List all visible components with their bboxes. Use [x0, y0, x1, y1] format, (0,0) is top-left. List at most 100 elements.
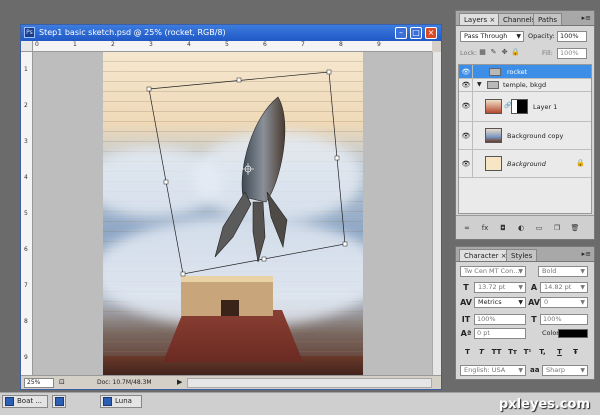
taskbar-item-window[interactable]: [52, 395, 66, 408]
tab-styles[interactable]: Styles: [506, 249, 538, 261]
photoshop-document-icon: Ps: [24, 27, 35, 38]
kerning-value: Metrics: [478, 298, 502, 306]
text-color-swatch[interactable]: [558, 329, 588, 338]
chevron-down-icon: ▼: [516, 33, 521, 40]
leading-icon: A: [530, 283, 538, 292]
layer-thumbnail: [485, 99, 502, 114]
ruler-label: 2: [24, 102, 28, 109]
zoom-preview-icon[interactable]: ⊡: [59, 378, 67, 388]
ruler-label: 9: [24, 354, 28, 361]
horizontal-scale-field[interactable]: 100%: [540, 314, 588, 325]
chevron-down-icon: ▼: [580, 284, 585, 291]
folder-icon: [489, 68, 501, 76]
layer-name: temple, bkgd: [503, 81, 547, 89]
strikethrough-button[interactable]: Ŧ: [570, 347, 581, 358]
language-select[interactable]: English: USA ▼: [460, 365, 526, 376]
lock-transparent-icon[interactable]: ▦: [478, 48, 487, 57]
watermark-logo: pxleyes.com: [498, 397, 590, 412]
panel-menu-icon[interactable]: ▸≡: [582, 14, 591, 22]
layer-row-background-copy[interactable]: 👁 Background copy: [459, 122, 591, 150]
chevron-down-icon: ▼: [518, 367, 523, 374]
taskbar-item-luna[interactable]: Luna: [100, 395, 142, 408]
all-caps-button[interactable]: TT: [491, 347, 502, 358]
document-title-bar[interactable]: Ps Step1 basic sketch.psd @ 25% (rocket,…: [21, 25, 441, 41]
panel-menu-icon[interactable]: ▸≡: [582, 250, 591, 258]
ruler-label: 2: [111, 41, 115, 48]
horizontal-scale-icon: T: [531, 315, 537, 324]
vertical-ruler[interactable]: 1 2 3 4 5 6 7 8 9: [21, 52, 33, 375]
blend-mode-select[interactable]: Pass Through ▼: [460, 31, 524, 42]
free-transform-bounding-box[interactable]: [103, 52, 363, 378]
lock-all-icon[interactable]: 🔒: [511, 48, 520, 57]
layer-thumbnail: [485, 156, 502, 171]
chevron-down-icon: ▼: [580, 299, 585, 306]
trash-icon[interactable]: 🗑: [570, 223, 580, 233]
layers-panel: Layers × Channels Paths ▸≡ Pass Through …: [455, 10, 595, 240]
faux-italic-button[interactable]: T: [476, 347, 487, 358]
lock-label: Lock:: [460, 49, 478, 57]
baseline-shift-icon: Aª: [460, 329, 472, 338]
minimize-button[interactable]: –: [395, 27, 407, 39]
vertical-scale-field[interactable]: 100%: [474, 314, 526, 325]
status-menu-arrow-icon[interactable]: ▶: [177, 378, 185, 388]
small-caps-button[interactable]: Tт: [507, 347, 518, 358]
folder-icon[interactable]: ▭: [534, 223, 544, 233]
layer-row-layer-1[interactable]: 👁 🔗 Layer 1: [459, 92, 591, 122]
link-icon[interactable]: ∞: [462, 223, 472, 233]
underline-button[interactable]: T: [554, 347, 565, 358]
faux-bold-button[interactable]: T: [462, 347, 473, 358]
superscript-button[interactable]: T¹: [522, 347, 533, 358]
status-bar: 25% ⊡ Doc: 10.7M/48.3M ▶: [21, 375, 441, 389]
maximize-button[interactable]: □: [410, 27, 422, 39]
eye-icon[interactable]: 👁: [461, 131, 471, 141]
antialias-icon: aa: [530, 366, 540, 374]
vertical-scrollbar[interactable]: [432, 52, 441, 375]
taskbar-item-boat[interactable]: Boat ...: [2, 395, 48, 408]
ruler-label: 3: [24, 138, 28, 145]
layer-list: 👁 rocket 👁 ▼ temple, bkgd 👁 🔗 Layer 1 👁: [458, 64, 592, 214]
kerning-select[interactable]: Metrics ▼: [474, 297, 526, 308]
leading-select[interactable]: 14.82 pt ▼: [540, 282, 588, 293]
font-size-select[interactable]: 13.72 pt ▼: [474, 282, 526, 293]
adjustment-icon[interactable]: ◐: [516, 223, 526, 233]
expand-triangle-icon[interactable]: ▼: [477, 81, 482, 88]
eye-icon[interactable]: 👁: [461, 159, 471, 169]
character-panel: Character × Styles ▸≡ Tw Cen MT Con... ▼…: [455, 246, 595, 380]
lock-position-icon[interactable]: ✥: [500, 48, 509, 57]
new-layer-icon[interactable]: ❐: [552, 223, 562, 233]
fill-field[interactable]: 100%: [557, 48, 587, 59]
font-family-select[interactable]: Tw Cen MT Con... ▼: [460, 266, 526, 277]
document-size-info[interactable]: Doc: 10.7M/48.3M: [97, 379, 152, 386]
zoom-field[interactable]: 25%: [24, 378, 54, 388]
eye-icon[interactable]: 👁: [461, 67, 471, 77]
close-button[interactable]: ×: [425, 27, 437, 39]
tracking-select[interactable]: 0 ▼: [540, 297, 588, 308]
tab-paths[interactable]: Paths: [533, 13, 563, 25]
ruler-label: 8: [339, 41, 343, 48]
ruler-label: 4: [24, 174, 28, 181]
layer-row-rocket[interactable]: 👁 rocket: [459, 65, 591, 79]
mask-icon[interactable]: ◘: [498, 223, 508, 233]
layer-row-temple-bkgd[interactable]: 👁 ▼ temple, bkgd: [459, 79, 591, 92]
baseline-shift-field[interactable]: 0 pt: [474, 328, 526, 339]
layer-row-background[interactable]: 👁 Background 🔒: [459, 150, 591, 178]
tab-character[interactable]: Character ×: [459, 249, 512, 261]
character-panel-tabs: Character × Styles ▸≡: [456, 247, 594, 262]
font-style-select[interactable]: Bold ▼: [538, 266, 588, 277]
document-canvas-image[interactable]: [103, 52, 363, 378]
eye-icon[interactable]: 👁: [461, 80, 471, 90]
ruler-origin[interactable]: [21, 41, 33, 52]
fx-icon[interactable]: fx: [480, 223, 490, 233]
horizontal-ruler[interactable]: 0 1 2 3 4 5 6 7 8 9: [33, 41, 432, 52]
folder-icon: [487, 81, 499, 89]
opacity-field[interactable]: 100%: [557, 31, 587, 42]
horizontal-scrollbar[interactable]: [187, 378, 432, 388]
chevron-down-icon: ▼: [580, 367, 585, 374]
lock-image-icon[interactable]: ✎: [489, 48, 498, 57]
subscript-button[interactable]: T,: [537, 347, 548, 358]
kerning-icon: AV: [460, 298, 472, 307]
ruler-label: 7: [301, 41, 305, 48]
eye-icon[interactable]: 👁: [461, 101, 471, 111]
antialias-select[interactable]: Sharp ▼: [542, 365, 588, 376]
tab-layers[interactable]: Layers ×: [459, 13, 501, 25]
